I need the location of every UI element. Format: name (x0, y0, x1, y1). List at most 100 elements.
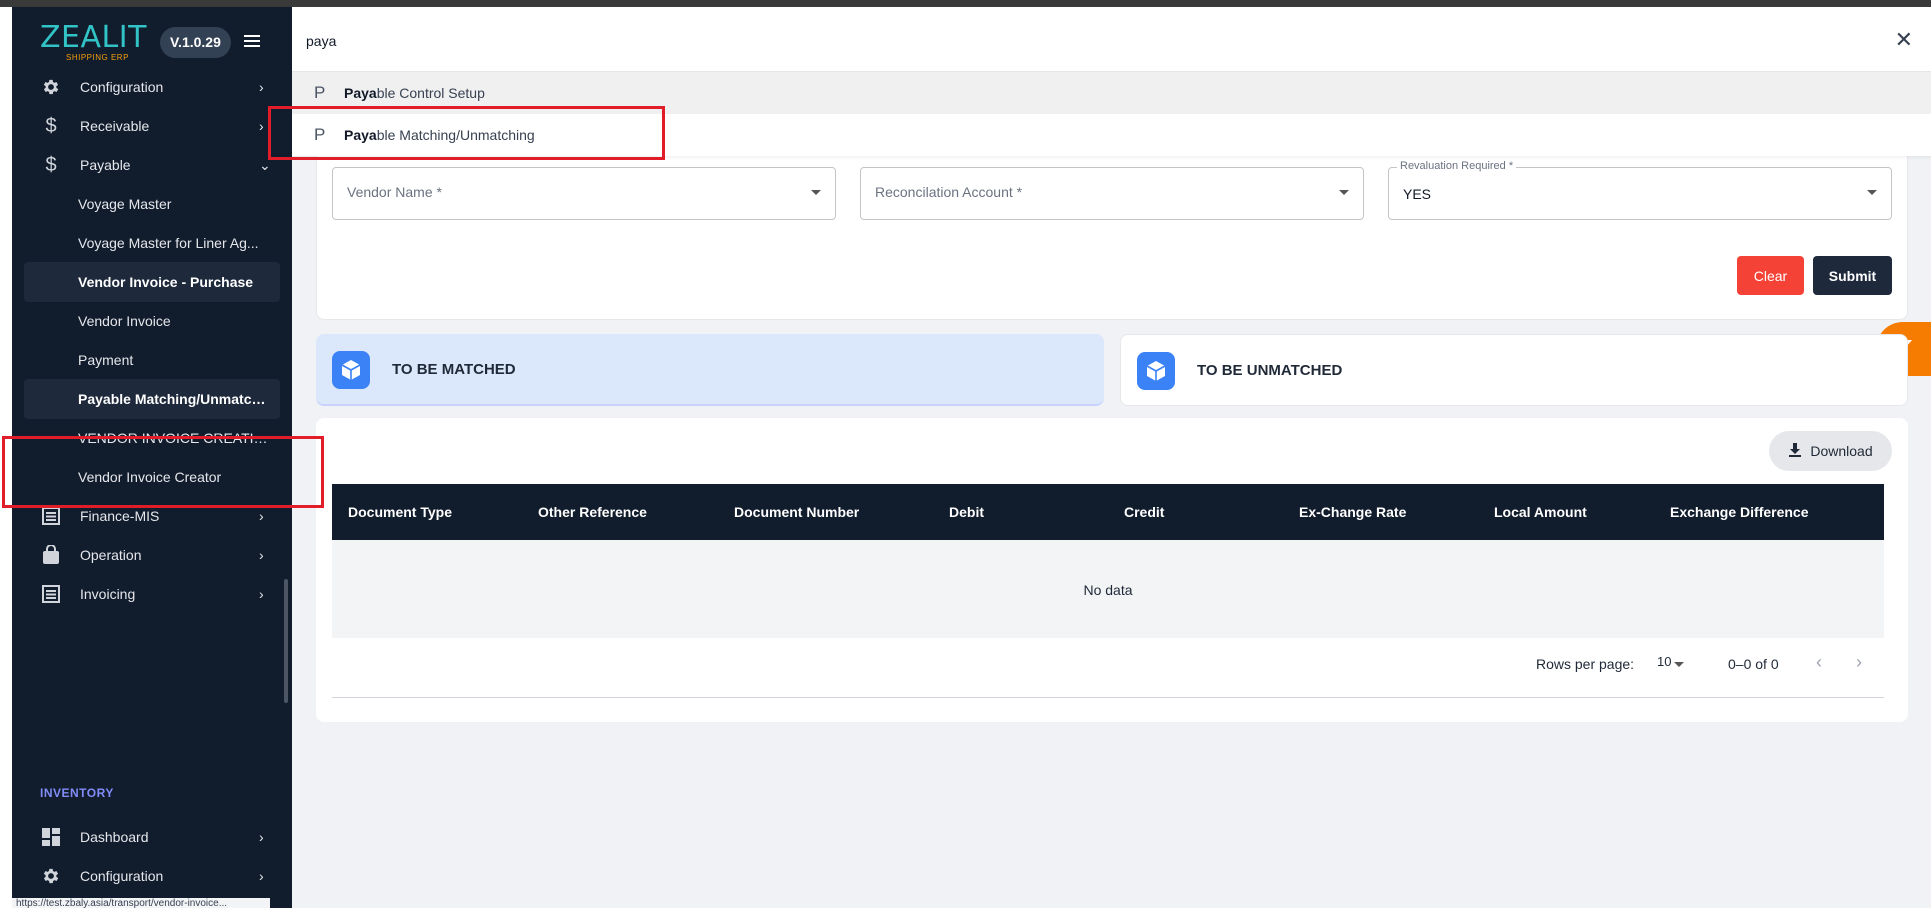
global-search-bar: ✕ (292, 7, 1931, 72)
column-header[interactable]: Document Type (348, 504, 452, 520)
tab-label: TO BE MATCHED (392, 360, 516, 378)
vendor-name-placeholder: Vendor Name * (347, 184, 442, 200)
pagination-range: 0–0 of 0 (1728, 656, 1779, 672)
sidebar-item-label: Payable (80, 157, 131, 173)
reconciliation-account-select[interactable]: Reconcilation Account * (860, 167, 1364, 220)
list-icon (40, 505, 62, 527)
sidebar-subitem-label: Vendor Invoice - Purchase (78, 274, 254, 290)
column-header[interactable]: Other Reference (538, 504, 647, 520)
sidebar-item-label: Configuration (80, 79, 164, 95)
chevron-right-icon: › (259, 79, 264, 95)
sidebar-subitem-label: Voyage Master for Liner Ag... (78, 235, 259, 251)
list-icon (40, 583, 62, 605)
search-input[interactable] (306, 29, 1806, 53)
column-header[interactable]: Credit (1124, 504, 1164, 520)
table-pagination: Rows per page: 10 0–0 of 0 ‹ › (332, 638, 1884, 698)
table-header: Document Type Other Reference Document N… (332, 484, 1884, 540)
chevron-right-icon: › (259, 829, 264, 845)
chevron-right-icon: › (259, 586, 264, 602)
result-text: Payable Matching/Unmatching (344, 127, 535, 143)
column-header[interactable]: Ex-Change Rate (1299, 504, 1406, 520)
sidebar-subitem-vendor-invoice-purchase[interactable]: Vendor Invoice - Purchase (24, 262, 280, 302)
sidebar-item-inventory-configuration[interactable]: Configuration › (12, 856, 292, 896)
vendor-name-select[interactable]: Vendor Name * (332, 167, 836, 220)
dollar-icon: $ (45, 114, 57, 137)
download-label: Download (1810, 443, 1873, 459)
sidebar-item-label: Operation (80, 547, 142, 563)
sidebar-item-finance-mis[interactable]: Finance-MIS › (12, 496, 292, 536)
result-text: Payable Control Setup (344, 85, 485, 101)
rows-per-page-label: Rows per page: (1536, 656, 1635, 672)
sidebar-item-dashboard[interactable]: Dashboard › (12, 817, 292, 857)
sidebar-subitem-voyage-master[interactable]: Voyage Master (24, 184, 280, 224)
caret-down-icon (1867, 190, 1877, 195)
submit-button[interactable]: Submit (1813, 256, 1892, 295)
menu-toggle-icon[interactable] (244, 35, 260, 49)
dashboard-icon (40, 826, 62, 848)
sidebar-item-label: Configuration (80, 868, 164, 884)
chevron-down-icon: ⌄ (259, 156, 271, 173)
column-header[interactable]: Debit (949, 504, 984, 520)
column-header[interactable]: Local Amount (1494, 504, 1587, 520)
sidebar-item-configuration[interactable]: Configuration › (12, 67, 292, 107)
sidebar-subitem-payable-matching[interactable]: Payable Matching/Unmatch... (24, 379, 280, 419)
brand-logo[interactable]: ZEALIT SHIPPING ERP (40, 20, 147, 63)
sidebar: ZEALIT SHIPPING ERP V.1.0.29 Configurati… (12, 7, 292, 908)
sidebar-subitem-vendor-invoice-creator[interactable]: Vendor Invoice Creator (24, 457, 280, 497)
chevron-right-icon: › (259, 547, 264, 563)
logo-text: ZEALIT (40, 20, 147, 55)
left-edge-strip (0, 7, 12, 908)
version-badge: V.1.0.29 (160, 27, 231, 58)
section-label-inventory: INVENTORY (40, 786, 114, 800)
column-header[interactable]: Exchange Difference (1670, 504, 1809, 520)
result-rest: ble Matching/Unmatching (376, 127, 535, 143)
tab-to-be-unmatched[interactable]: TO BE UNMATCHED (1120, 334, 1908, 406)
chevron-right-icon: › (259, 508, 264, 524)
result-letter-icon: P (314, 83, 326, 102)
sidebar-item-label: Finance-MIS (80, 508, 160, 524)
sidebar-subitem-label: Vendor Invoice (78, 313, 171, 329)
download-icon (1788, 442, 1802, 460)
sidebar-subitem-label: Voyage Master (78, 196, 172, 212)
sidebar-scrollbar[interactable] (284, 579, 288, 703)
revaluation-required-select[interactable]: Revaluation Required * YES (1388, 160, 1892, 220)
sidebar-subitem-label: Vendor Invoice Creator (78, 469, 222, 485)
sidebar-subitem-vendor-invoice-creation[interactable]: VENDOR INVOICE CREATION (24, 418, 280, 458)
sidebar-item-payable[interactable]: $ Payable ⌄ (12, 145, 292, 185)
caret-down-icon[interactable] (1674, 662, 1684, 667)
sidebar-item-receivable[interactable]: $ Receivable › (12, 106, 292, 146)
rows-per-page-select[interactable]: 10 (1657, 654, 1671, 669)
bag-icon (40, 544, 62, 566)
cube-icon (1137, 352, 1175, 390)
clear-button[interactable]: Clear (1737, 256, 1804, 295)
sidebar-subitem-voyage-master-liner[interactable]: Voyage Master for Liner Ag... (24, 223, 280, 263)
sidebar-subitem-payment[interactable]: Payment (24, 340, 280, 380)
sidebar-item-label: Dashboard (80, 829, 149, 845)
search-result-payable-control-setup[interactable]: P Payable Control Setup (292, 72, 1931, 114)
close-icon[interactable]: ✕ (1895, 27, 1913, 53)
reconciliation-account-placeholder: Reconcilation Account * (875, 184, 1023, 200)
revaluation-required-label: Revaluation Required * (1397, 160, 1517, 172)
chevron-right-icon: › (259, 868, 264, 884)
result-match: Paya (344, 85, 377, 101)
dollar-icon: $ (45, 153, 57, 176)
search-result-payable-matching[interactable]: P Payable Matching/Unmatching (292, 114, 1931, 156)
sidebar-item-invoicing[interactable]: Invoicing › (12, 574, 292, 614)
sidebar-subitem-vendor-invoice[interactable]: Vendor Invoice (24, 301, 280, 341)
table-body: No data (332, 540, 1884, 638)
next-page-icon[interactable]: › (1856, 652, 1862, 673)
column-header[interactable]: Document Number (734, 504, 859, 520)
tab-to-be-matched[interactable]: TO BE MATCHED (316, 334, 1104, 406)
download-button[interactable]: Download (1769, 431, 1892, 471)
chevron-right-icon: › (259, 118, 264, 134)
previous-page-icon[interactable]: ‹ (1816, 652, 1822, 673)
sidebar-subitem-label: Payable Matching/Unmatch... (78, 391, 270, 407)
result-rest: ble Control Setup (376, 85, 485, 101)
revaluation-required-value: YES (1403, 186, 1432, 202)
result-match: Paya (344, 127, 377, 143)
caret-down-icon (1339, 190, 1349, 195)
sidebar-item-label: Invoicing (80, 586, 136, 602)
empty-state-text: No data (1083, 582, 1133, 598)
sidebar-item-operation[interactable]: Operation › (12, 535, 292, 575)
sidebar-subitem-label: VENDOR INVOICE CREATION (78, 430, 270, 446)
